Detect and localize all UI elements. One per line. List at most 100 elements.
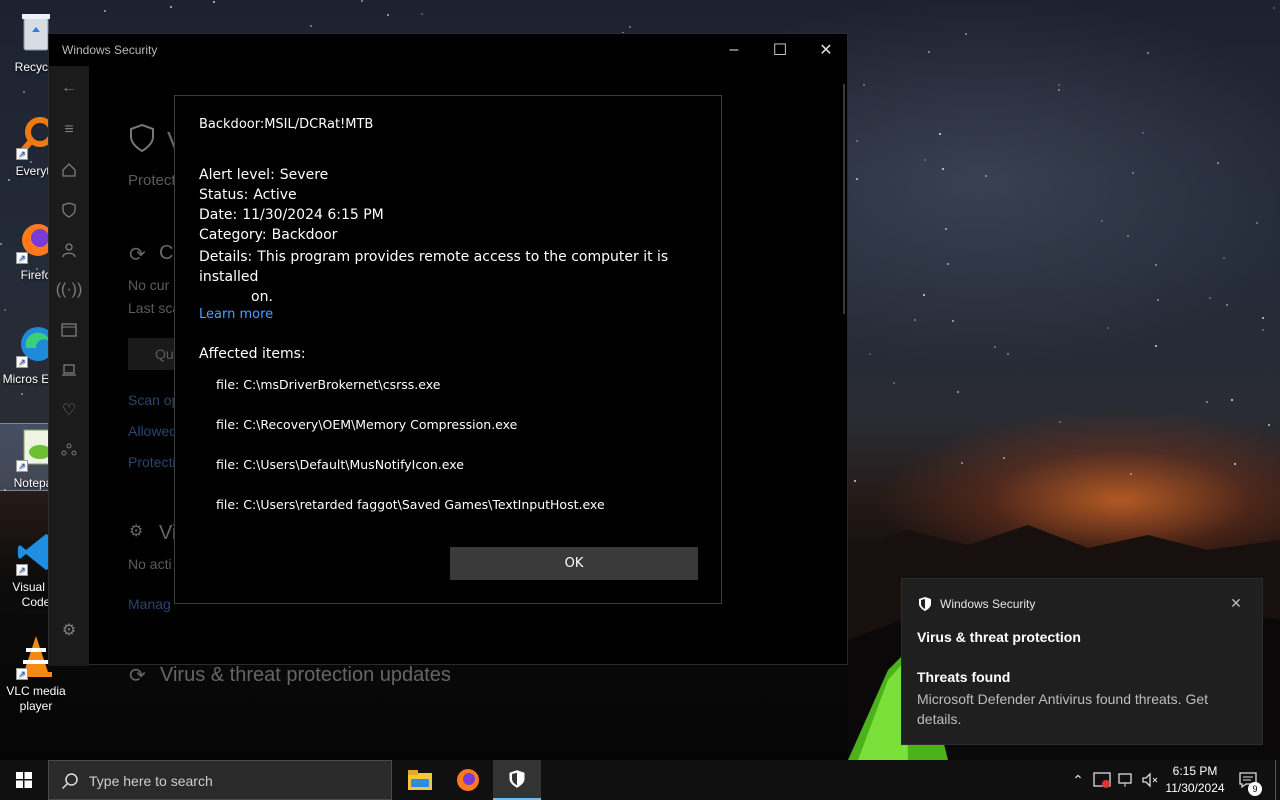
window-scrollbar[interactable]	[843, 84, 845, 314]
wallpaper-star	[1058, 89, 1060, 91]
toast-close-icon[interactable]: ✕	[1228, 595, 1244, 611]
wallpaper-star	[1130, 473, 1132, 475]
toast-app-name: Windows Security	[940, 597, 1036, 611]
wallpaper-star	[170, 6, 172, 8]
wallpaper-star	[8, 179, 10, 181]
protection-history-link[interactable]: Protecti	[128, 454, 175, 470]
learn-more-link[interactable]: Learn more	[199, 307, 273, 322]
show-hidden-icons-chevron-icon[interactable]: ⌃	[1068, 770, 1088, 790]
minimize-button[interactable]: –	[711, 34, 757, 66]
manage-settings-link[interactable]: Manag	[128, 596, 171, 612]
toast-title: Virus & threat protection	[917, 629, 1081, 645]
no-action-text: No acti	[128, 556, 172, 572]
health-heart-icon[interactable]: ♡	[59, 400, 79, 420]
wallpaper-star	[957, 391, 959, 393]
file-explorer-icon	[408, 770, 432, 790]
wallpaper-star	[893, 382, 895, 384]
wallpaper-star	[1003, 457, 1005, 459]
wallpaper-star	[1231, 399, 1233, 401]
hamburger-menu-icon[interactable]: ≡	[59, 120, 79, 140]
taskbar-search-box[interactable]: Type here to search	[48, 760, 392, 800]
family-options-icon[interactable]	[59, 440, 79, 460]
settings-gears-icon: ⚙	[129, 523, 144, 540]
wallpaper-star	[310, 25, 312, 27]
wallpaper-star	[856, 140, 858, 142]
wallpaper-star	[939, 133, 941, 135]
wallpaper-star	[1268, 424, 1270, 426]
wallpaper-star	[1107, 327, 1109, 329]
alert-level-label: Alert level:	[199, 167, 275, 183]
wallpaper-star	[869, 353, 871, 355]
network-icon[interactable]: ((·))	[56, 280, 83, 300]
affected-item: file: C:\Recovery\OEM\Memory Compression…	[216, 417, 518, 432]
account-icon[interactable]	[59, 240, 79, 260]
threat-name: Backdoor:MSIL/DCRat!MTB	[199, 117, 374, 132]
taskbar-windows-security[interactable]	[493, 760, 541, 800]
wallpaper-star	[104, 10, 106, 12]
scan-options-link[interactable]: Scan op	[128, 392, 179, 408]
wallpaper-star	[994, 346, 996, 348]
back-arrow-icon[interactable]: ←	[59, 78, 79, 98]
wallpaper-star	[387, 14, 389, 16]
wallpaper-star	[942, 168, 944, 170]
shortcut-arrow-icon: ↗	[16, 564, 28, 576]
toast-body: Microsoft Defender Antivirus found threa…	[917, 691, 1209, 727]
alert-level-row: Alert level: Severe	[199, 167, 328, 183]
wallpaper-star	[928, 51, 930, 53]
alert-level-value: Severe	[279, 167, 329, 183]
desktop-icon-label: VLC media player	[6, 684, 66, 713]
clock-time: 6:15 PM	[1172, 764, 1218, 778]
wallpaper-star	[1058, 84, 1060, 86]
taskbar-clock[interactable]: 6:15 PM 11/30/2024	[1160, 763, 1230, 797]
wallpaper-star	[1142, 132, 1144, 134]
wallpaper-star	[4, 309, 6, 311]
shield-icon[interactable]	[59, 200, 79, 220]
app-browser-icon[interactable]	[59, 320, 79, 340]
search-placeholder: Type here to search	[89, 773, 213, 789]
minimize-icon: –	[729, 41, 739, 58]
wallpaper-star	[629, 26, 631, 28]
wallpaper-star	[23, 91, 25, 93]
details-value-line1: This program provides remote access to t…	[199, 249, 669, 285]
desktop-icon-label: Firefo	[20, 268, 52, 282]
security-tray-alert-icon[interactable]	[1092, 770, 1112, 790]
wallpaper-star	[361, 0, 363, 2]
affected-items-label: Affected items:	[199, 346, 306, 362]
start-button[interactable]	[0, 760, 48, 800]
page-subtitle: Protect	[128, 172, 176, 189]
settings-gear-icon[interactable]: ⚙	[59, 620, 79, 640]
window-titlebar[interactable]: Windows Security – ☐ ✕	[49, 34, 847, 66]
date-label: Date:	[199, 207, 238, 223]
wallpaper-star	[1007, 353, 1009, 355]
page-shield-icon	[129, 123, 155, 157]
show-desktop-button[interactable]	[1275, 760, 1280, 800]
date-value: 11/30/2024 6:15 PM	[242, 207, 384, 223]
wallpaper-star	[1101, 220, 1103, 222]
taskbar-firefox[interactable]	[444, 760, 492, 800]
volume-muted-icon[interactable]	[1140, 770, 1160, 790]
wallpaper-star	[1217, 162, 1219, 164]
status-row: Status: Active	[199, 187, 297, 203]
wallpaper-star	[1262, 329, 1264, 331]
ok-button[interactable]: OK	[450, 547, 698, 580]
wallpaper-star	[924, 159, 926, 161]
allowed-threats-link[interactable]: Allowed	[128, 423, 177, 439]
wallpaper-star	[1262, 317, 1264, 319]
wallpaper-star	[961, 462, 963, 464]
windows-security-shield-icon	[509, 770, 525, 788]
affected-item: file: C:\Users\Default\MusNotifyIcon.exe	[216, 457, 464, 472]
status-value: Active	[253, 187, 297, 203]
wallpaper-star	[1234, 463, 1236, 465]
window-title: Windows Security	[62, 43, 158, 57]
network-tray-icon[interactable]	[1116, 770, 1136, 790]
device-security-icon[interactable]	[59, 360, 79, 380]
wallpaper-star	[213, 1, 215, 3]
wallpaper-star	[1132, 172, 1134, 174]
security-toast-notification[interactable]: Windows Security ✕ Virus & threat protec…	[901, 578, 1263, 745]
wallpaper-star	[1256, 222, 1258, 224]
maximize-button[interactable]: ☐	[757, 34, 803, 66]
home-icon[interactable]	[59, 160, 79, 180]
close-button[interactable]: ✕	[803, 34, 849, 66]
taskbar-file-explorer[interactable]	[396, 760, 444, 800]
wallpaper-star	[1147, 52, 1149, 54]
